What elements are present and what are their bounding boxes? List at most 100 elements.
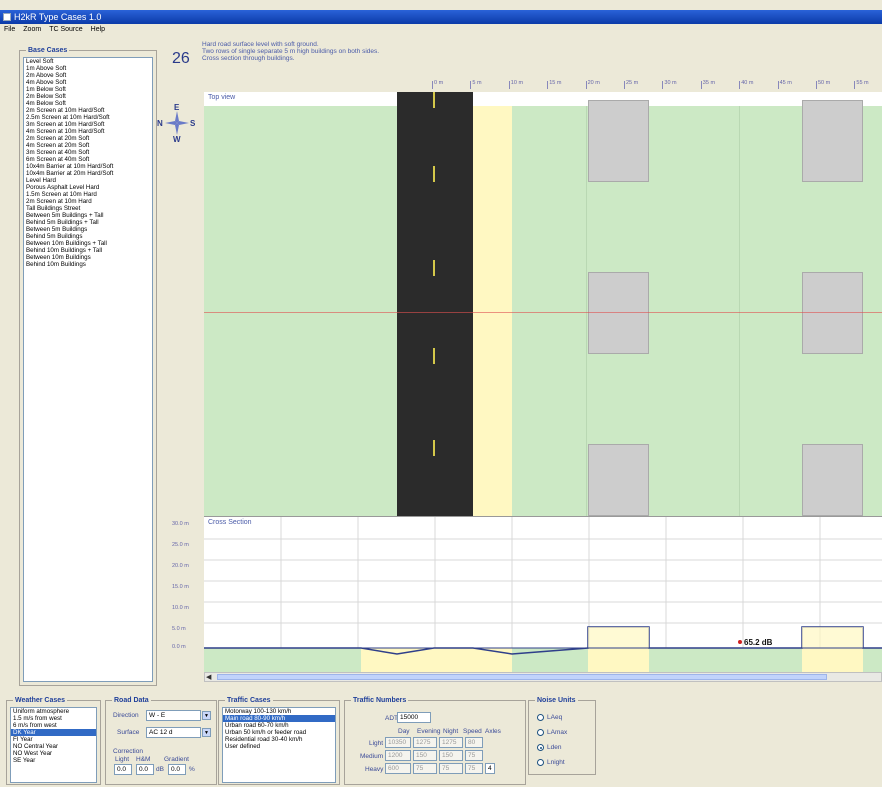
list-item[interactable]: Urban road 60-70 km/h — [223, 722, 335, 729]
row-label-light: Light — [369, 740, 384, 747]
list-item[interactable]: 4m Below Soft — [24, 100, 152, 107]
heavy-axles-input[interactable]: 4 — [485, 763, 495, 774]
weather-cases-list[interactable]: Uniform atmosphere 1.5 m/s from west 6 m/s… — [10, 707, 97, 783]
scroll-left-icon[interactable]: ◀ — [206, 673, 211, 681]
list-item[interactable]: Motorway 100-130 km/h — [223, 708, 335, 715]
noise-unit-laeq[interactable]: LAeq — [537, 714, 562, 721]
scrollbar-thumb[interactable] — [217, 674, 827, 680]
medium-night-input[interactable]: 150 — [439, 750, 463, 761]
ground-hard — [588, 648, 649, 672]
receiver-point[interactable] — [738, 640, 742, 644]
list-item[interactable]: 10x4m Barrier at 10m Hard/Soft — [24, 163, 152, 170]
list-item[interactable]: Behind 10m Buildings + Tall — [24, 247, 152, 254]
list-item[interactable]: Level Hard — [24, 177, 152, 184]
traffic-cases-list[interactable]: Motorway 100-130 km/h Main road 80-90 km/… — [222, 707, 336, 783]
list-item[interactable]: Uniform atmosphere — [11, 708, 96, 715]
list-item[interactable]: Urban 50 km/h or feeder road — [223, 729, 335, 736]
list-item[interactable]: 3m Screen at 10m Hard/Soft — [24, 121, 152, 128]
list-item[interactable]: 2m Below Soft — [24, 93, 152, 100]
horizontal-scrollbar[interactable]: ◀ — [204, 672, 882, 682]
radio-button[interactable] — [537, 714, 544, 721]
list-item[interactable]: 10x4m Barrier at 20m Hard/Soft — [24, 170, 152, 177]
heavy-evening-input[interactable]: 75 — [413, 763, 437, 774]
list-item[interactable]: FI Year — [11, 736, 96, 743]
menu-tc-source[interactable]: TC Source — [49, 24, 82, 36]
list-item[interactable]: Behind 10m Buildings — [24, 261, 152, 268]
list-item[interactable]: NO West Year — [11, 750, 96, 757]
list-item[interactable]: NO Central Year — [11, 743, 96, 750]
list-item[interactable]: 1m Below Soft — [24, 86, 152, 93]
list-item[interactable]: 1.5 m/s from west — [11, 715, 96, 722]
list-item[interactable]: 1.5m Screen at 10m Hard — [24, 191, 152, 198]
list-item[interactable]: Between 5m Buildings + Tall — [24, 212, 152, 219]
radio-button[interactable] — [537, 729, 544, 736]
menu-help[interactable]: Help — [91, 24, 105, 36]
direction-select[interactable]: W - E — [146, 710, 201, 721]
ruler-tick-label: 40 m — [739, 80, 754, 89]
building[interactable] — [802, 100, 863, 182]
light-day-input[interactable]: 10350 — [385, 737, 411, 748]
menu-zoom[interactable]: Zoom — [23, 24, 41, 36]
light-night-input[interactable]: 1275 — [439, 737, 463, 748]
list-item[interactable]: SE Year — [11, 757, 96, 764]
medium-day-input[interactable]: 1200 — [385, 750, 411, 761]
list-item[interactable]: DK Year — [11, 729, 96, 736]
list-item[interactable]: 2m Above Soft — [24, 72, 152, 79]
light-speed-input[interactable]: 80 — [465, 737, 483, 748]
radio-button-selected[interactable] — [537, 744, 544, 751]
heavy-night-input[interactable]: 75 — [439, 763, 463, 774]
noise-unit-lnight[interactable]: Lnight — [537, 759, 565, 766]
list-item[interactable]: 1m Above Soft — [24, 65, 152, 72]
list-item[interactable]: Residential road 30-40 km/h — [223, 736, 335, 743]
list-item[interactable]: 2.5m Screen at 10m Hard/Soft — [24, 114, 152, 121]
list-item[interactable]: 6 m/s from west — [11, 722, 96, 729]
noise-unit-lamax[interactable]: LAmax — [537, 729, 567, 736]
window-title-bar[interactable]: H2kR Type Cases 1.0 — [0, 10, 882, 24]
building[interactable] — [588, 100, 649, 182]
light-evening-input[interactable]: 1275 — [413, 737, 437, 748]
list-item[interactable]: Level Soft — [24, 58, 152, 65]
building[interactable] — [802, 444, 863, 516]
list-item[interactable]: 6m Screen at 40m Soft — [24, 156, 152, 163]
menu-file[interactable]: File — [4, 24, 15, 36]
list-item[interactable]: Between 10m Buildings + Tall — [24, 240, 152, 247]
top-view-canvas[interactable]: Top view — [204, 92, 882, 516]
noise-unit-lden[interactable]: Lden — [537, 744, 561, 751]
base-cases-list[interactable]: Level Soft 1m Above Soft 2m Above Soft 4m A… — [23, 57, 153, 682]
list-item[interactable]: 2m Screen at 10m Hard — [24, 198, 152, 205]
list-item[interactable]: 4m Screen at 20m Soft — [24, 142, 152, 149]
list-item[interactable]: Behind 5m Buildings + Tall — [24, 219, 152, 226]
list-item[interactable]: 2m Screen at 20m Soft — [24, 135, 152, 142]
lane-marking — [433, 260, 435, 276]
surface-dropdown-icon[interactable]: ▼ — [202, 728, 211, 737]
adt-input[interactable]: 15000 — [397, 712, 431, 723]
list-item[interactable]: Tall Buildings Street — [24, 205, 152, 212]
ruler-tick-label: 5 m — [470, 80, 482, 89]
gradient-input[interactable]: 0.0 — [168, 764, 186, 775]
list-item[interactable]: User defined — [223, 743, 335, 750]
list-item[interactable]: Main road 80-90 km/h — [223, 715, 335, 722]
building[interactable] — [802, 272, 863, 354]
direction-dropdown-icon[interactable]: ▼ — [202, 711, 211, 720]
surface-select[interactable]: AC 12 d — [146, 727, 201, 738]
building[interactable] — [588, 272, 649, 354]
heavy-day-input[interactable]: 600 — [385, 763, 411, 774]
list-item[interactable]: Behind 5m Buildings — [24, 233, 152, 240]
list-item[interactable]: 2m Screen at 10m Hard/Soft — [24, 107, 152, 114]
heavy-speed-input[interactable]: 75 — [465, 763, 483, 774]
medium-speed-input[interactable]: 75 — [465, 750, 483, 761]
noise-unit-label: Lnight — [547, 759, 565, 766]
correction-heavy-input[interactable]: 0.0 — [136, 764, 154, 775]
list-item[interactable]: Porous Asphalt Level Hard — [24, 184, 152, 191]
medium-evening-input[interactable]: 150 — [413, 750, 437, 761]
list-item[interactable]: 4m Above Soft — [24, 79, 152, 86]
cross-section-canvas[interactable]: Cross Section 65.2 dB — [204, 516, 882, 672]
list-item[interactable]: Between 10m Buildings — [24, 254, 152, 261]
correction-light-input[interactable]: 0.0 — [114, 764, 132, 775]
building[interactable] — [588, 444, 649, 516]
radio-button[interactable] — [537, 759, 544, 766]
list-item[interactable]: Between 5m Buildings — [24, 226, 152, 233]
list-item[interactable]: 3m Screen at 40m Soft — [24, 149, 152, 156]
y-tick-label: 5.0 m — [172, 626, 186, 632]
list-item[interactable]: 4m Screen at 10m Hard/Soft — [24, 128, 152, 135]
